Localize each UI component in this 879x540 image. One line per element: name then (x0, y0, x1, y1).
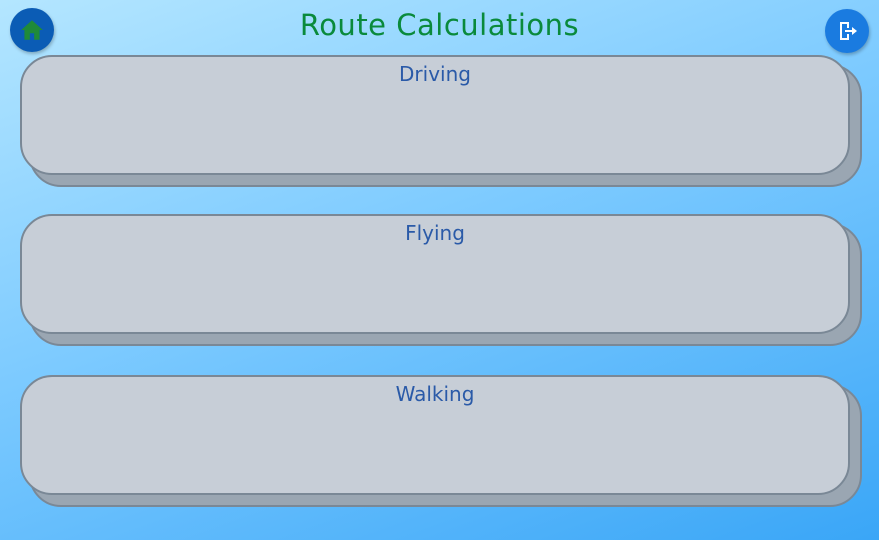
walking-card-wrap: Walking (20, 375, 862, 507)
header-bar: Route Calculations (0, 0, 879, 56)
flying-card[interactable]: Flying (20, 214, 850, 334)
driving-card-wrap: Driving (20, 55, 862, 187)
flying-label: Flying (405, 221, 465, 245)
walking-label: Walking (395, 382, 475, 406)
logout-icon (840, 22, 857, 40)
logout-button[interactable] (825, 9, 869, 53)
walking-card[interactable]: Walking (20, 375, 850, 495)
driving-label: Driving (399, 62, 471, 86)
driving-card[interactable]: Driving (20, 55, 850, 175)
page-title: Route Calculations (299, 8, 580, 42)
flying-card-wrap: Flying (20, 214, 862, 346)
